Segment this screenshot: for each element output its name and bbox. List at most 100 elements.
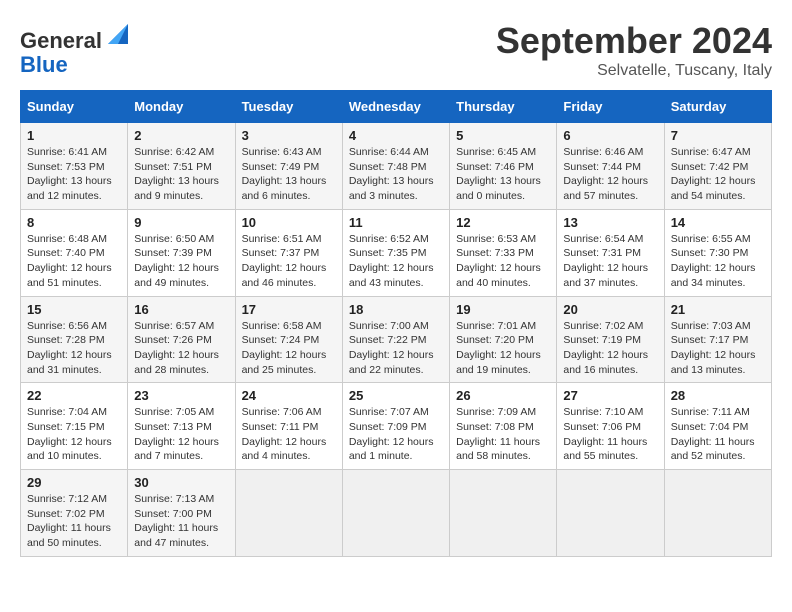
logo-icon <box>104 20 132 48</box>
day-cell: 18 Sunrise: 7:00 AMSunset: 7:22 PMDayligh… <box>342 296 449 383</box>
day-info: Sunrise: 6:52 AMSunset: 7:35 PMDaylight:… <box>349 232 443 291</box>
day-cell: 27 Sunrise: 7:10 AMSunset: 7:06 PMDayligh… <box>557 383 664 470</box>
day-cell: 4Sunrise: 6:44 AMSunset: 7:48 PMDaylight… <box>342 123 449 210</box>
day-cell: 12 Sunrise: 6:53 AMSunset: 7:33 PMDayligh… <box>450 209 557 296</box>
col-wednesday: Wednesday <box>342 91 449 123</box>
day-cell: 9Sunrise: 6:50 AMSunset: 7:39 PMDaylight… <box>128 209 235 296</box>
day-info: Sunrise: 7:12 AMSunset: 7:02 PMDaylight:… <box>27 492 121 551</box>
title-area: September 2024 Selvatelle, Tuscany, Ital… <box>496 20 772 80</box>
day-number: 2 <box>134 128 228 143</box>
week-row-5: 29Sunrise: 7:12 AMSunset: 7:02 PMDayligh… <box>21 470 772 557</box>
day-info: Sunrise: 7:13 AMSunset: 7:00 PMDaylight:… <box>134 492 228 551</box>
col-saturday: Saturday <box>664 91 771 123</box>
day-info: Sunrise: 7:03 AMSunset: 7:17 PMDaylight:… <box>671 319 765 378</box>
day-info: Sunrise: 6:57 AMSunset: 7:26 PMDaylight:… <box>134 319 228 378</box>
day-info: Sunrise: 7:07 AMSunset: 7:09 PMDaylight:… <box>349 405 443 464</box>
week-row-4: 22Sunrise: 7:04 AMSunset: 7:15 PMDayligh… <box>21 383 772 470</box>
day-cell: 2 Sunrise: 6:42 AMSunset: 7:51 PMDaylight… <box>128 123 235 210</box>
day-number: 27 <box>563 388 657 403</box>
logo-general: General <box>20 28 102 53</box>
day-number: 19 <box>456 302 550 317</box>
day-number: 23 <box>134 388 228 403</box>
day-cell: 15 Sunrise: 6:56 AMSunset: 7:28 PMDayligh… <box>21 296 128 383</box>
day-number: 8 <box>27 215 121 230</box>
day-cell: 30 Sunrise: 7:13 AMSunset: 7:00 PMDayligh… <box>128 470 235 557</box>
day-info: Sunrise: 6:54 AMSunset: 7:31 PMDaylight:… <box>563 232 657 291</box>
day-info: Sunrise: 7:02 AMSunset: 7:19 PMDaylight:… <box>563 319 657 378</box>
page-header: General Blue September 2024 Selvatelle, … <box>20 20 772 80</box>
day-info: Sunrise: 6:58 AMSunset: 7:24 PMDaylight:… <box>242 319 336 378</box>
day-info: Sunrise: 6:56 AMSunset: 7:28 PMDaylight:… <box>27 319 121 378</box>
day-number: 6 <box>563 128 657 143</box>
day-info: Sunrise: 7:09 AMSunset: 7:08 PMDaylight:… <box>456 405 550 464</box>
day-cell <box>664 470 771 557</box>
day-info: Sunrise: 7:06 AMSunset: 7:11 PMDaylight:… <box>242 405 336 464</box>
calendar-body: 1 Sunrise: 6:41 AMSunset: 7:53 PMDaylight… <box>21 123 772 557</box>
day-number: 22 <box>27 388 121 403</box>
day-cell: 20 Sunrise: 7:02 AMSunset: 7:19 PMDayligh… <box>557 296 664 383</box>
day-number: 16 <box>134 302 228 317</box>
day-info: Sunrise: 7:10 AMSunset: 7:06 PMDaylight:… <box>563 405 657 464</box>
day-number: 18 <box>349 302 443 317</box>
day-info: Sunrise: 6:44 AMSunset: 7:48 PMDaylight:… <box>349 145 443 204</box>
day-cell: 23 Sunrise: 7:05 AMSunset: 7:13 PMDayligh… <box>128 383 235 470</box>
month-title: September 2024 <box>496 20 772 62</box>
day-number: 11 <box>349 215 443 230</box>
week-row-1: 1 Sunrise: 6:41 AMSunset: 7:53 PMDaylight… <box>21 123 772 210</box>
day-cell: 26 Sunrise: 7:09 AMSunset: 7:08 PMDayligh… <box>450 383 557 470</box>
day-number: 15 <box>27 302 121 317</box>
day-number: 14 <box>671 215 765 230</box>
day-number: 1 <box>27 128 121 143</box>
day-number: 9 <box>134 215 228 230</box>
day-info: Sunrise: 7:05 AMSunset: 7:13 PMDaylight:… <box>134 405 228 464</box>
col-thursday: Thursday <box>450 91 557 123</box>
day-number: 13 <box>563 215 657 230</box>
day-cell: 1 Sunrise: 6:41 AMSunset: 7:53 PMDaylight… <box>21 123 128 210</box>
day-number: 24 <box>242 388 336 403</box>
day-cell <box>450 470 557 557</box>
day-number: 5 <box>456 128 550 143</box>
day-info: Sunrise: 6:45 AMSunset: 7:46 PMDaylight:… <box>456 145 550 204</box>
day-cell <box>557 470 664 557</box>
day-number: 3 <box>242 128 336 143</box>
day-cell: 16 Sunrise: 6:57 AMSunset: 7:26 PMDayligh… <box>128 296 235 383</box>
week-row-3: 15 Sunrise: 6:56 AMSunset: 7:28 PMDayligh… <box>21 296 772 383</box>
day-number: 26 <box>456 388 550 403</box>
day-cell: 10Sunrise: 6:51 AMSunset: 7:37 PMDayligh… <box>235 209 342 296</box>
day-cell: 7 Sunrise: 6:47 AMSunset: 7:42 PMDaylight… <box>664 123 771 210</box>
day-info: Sunrise: 6:41 AMSunset: 7:53 PMDaylight:… <box>27 145 121 204</box>
day-cell: 17 Sunrise: 6:58 AMSunset: 7:24 PMDayligh… <box>235 296 342 383</box>
day-info: Sunrise: 7:00 AMSunset: 7:22 PMDaylight:… <box>349 319 443 378</box>
col-tuesday: Tuesday <box>235 91 342 123</box>
day-info: Sunrise: 6:53 AMSunset: 7:33 PMDaylight:… <box>456 232 550 291</box>
day-info: Sunrise: 6:48 AMSunset: 7:40 PMDaylight:… <box>27 232 121 291</box>
day-number: 7 <box>671 128 765 143</box>
day-number: 12 <box>456 215 550 230</box>
day-info: Sunrise: 6:47 AMSunset: 7:42 PMDaylight:… <box>671 145 765 204</box>
day-info: Sunrise: 6:42 AMSunset: 7:51 PMDaylight:… <box>134 145 228 204</box>
col-sunday: Sunday <box>21 91 128 123</box>
day-cell: 21 Sunrise: 7:03 AMSunset: 7:17 PMDayligh… <box>664 296 771 383</box>
logo-blue: Blue <box>20 52 68 77</box>
day-cell: 22Sunrise: 7:04 AMSunset: 7:15 PMDayligh… <box>21 383 128 470</box>
day-number: 20 <box>563 302 657 317</box>
calendar-table: Sunday Monday Tuesday Wednesday Thursday… <box>20 90 772 557</box>
location: Selvatelle, Tuscany, Italy <box>496 62 772 80</box>
day-number: 21 <box>671 302 765 317</box>
col-monday: Monday <box>128 91 235 123</box>
day-info: Sunrise: 6:43 AMSunset: 7:49 PMDaylight:… <box>242 145 336 204</box>
day-number: 17 <box>242 302 336 317</box>
day-cell: 13 Sunrise: 6:54 AMSunset: 7:31 PMDayligh… <box>557 209 664 296</box>
day-cell: 29Sunrise: 7:12 AMSunset: 7:02 PMDayligh… <box>21 470 128 557</box>
day-number: 30 <box>134 475 228 490</box>
day-cell: 3 Sunrise: 6:43 AMSunset: 7:49 PMDaylight… <box>235 123 342 210</box>
day-cell: 24 Sunrise: 7:06 AMSunset: 7:11 PMDayligh… <box>235 383 342 470</box>
day-number: 10 <box>242 215 336 230</box>
day-info: Sunrise: 6:46 AMSunset: 7:44 PMDaylight:… <box>563 145 657 204</box>
day-number: 28 <box>671 388 765 403</box>
day-cell: 8 Sunrise: 6:48 AMSunset: 7:40 PMDaylight… <box>21 209 128 296</box>
day-cell <box>235 470 342 557</box>
day-info: Sunrise: 6:55 AMSunset: 7:30 PMDaylight:… <box>671 232 765 291</box>
day-cell: 11 Sunrise: 6:52 AMSunset: 7:35 PMDayligh… <box>342 209 449 296</box>
logo: General Blue <box>20 20 132 77</box>
